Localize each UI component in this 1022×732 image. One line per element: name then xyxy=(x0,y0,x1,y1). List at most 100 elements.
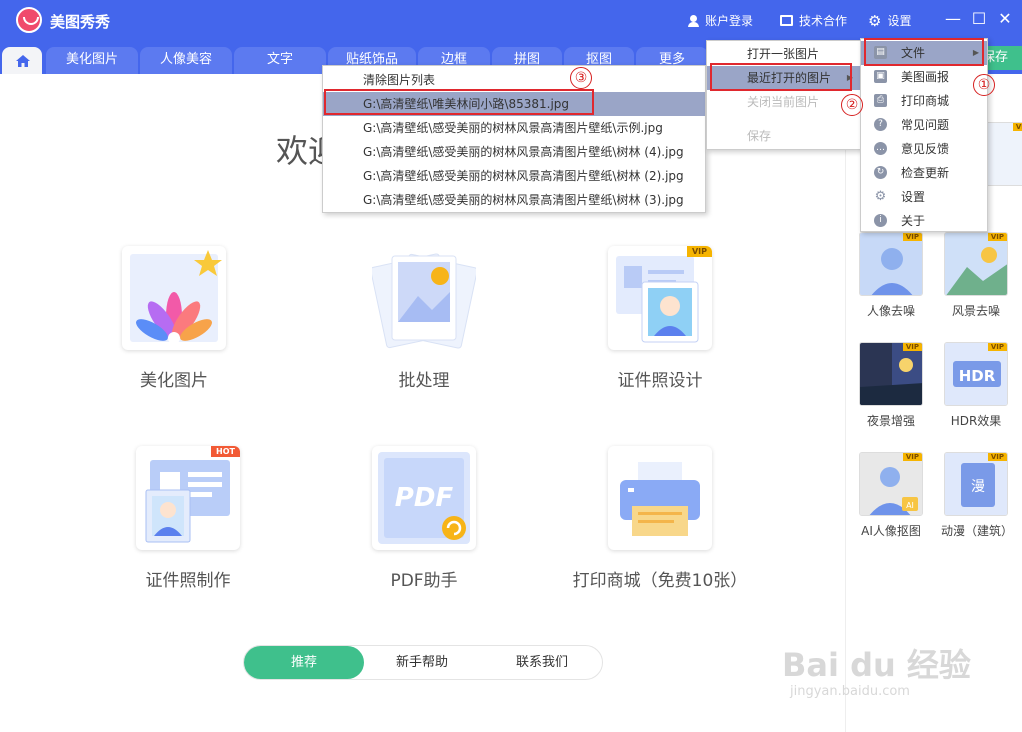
side-item-label: HDR效果 xyxy=(950,414,1002,428)
file-submenu: 打开一张图片 最近打开的图片 ▶ 关闭当前图片 保存 xyxy=(706,40,862,150)
feature-label: 批处理 xyxy=(398,371,450,391)
side-item-label: 风景去噪 xyxy=(951,304,1000,318)
pdf-icon: PDF xyxy=(372,446,476,550)
night-enhance-thumb: VIP xyxy=(859,342,923,406)
vip-badge: VIP xyxy=(987,343,1007,351)
close-button[interactable]: ✕ xyxy=(996,10,1014,28)
vip-badge: VIP xyxy=(902,233,922,241)
tab-beautify[interactable]: 美化图片 xyxy=(46,47,138,74)
baidu-watermark-url: jingyan.baidu.com xyxy=(790,684,910,699)
menu-item-faq[interactable]: ? 常见问题 xyxy=(861,113,987,137)
feature-pdf[interactable]: PDF PDF助手 xyxy=(304,446,544,591)
feature-batch[interactable]: 批处理 xyxy=(304,246,544,391)
feature-label: 打印商城（免费10张） xyxy=(572,571,748,591)
user-icon xyxy=(688,14,699,27)
cooperation-button[interactable]: 技术合作 xyxy=(780,12,847,29)
side-item-label: 动漫（建筑） xyxy=(941,524,1014,538)
settings-button[interactable]: ⚙ 设置 xyxy=(868,12,911,29)
vip-badge: VIP xyxy=(1012,123,1022,131)
menu-item-label: 美图画报 xyxy=(901,70,950,84)
highlight-box-recent xyxy=(710,63,852,91)
side-item-hdr[interactable]: HDR VIP HDR效果 xyxy=(941,342,1011,429)
bottom-tab-group: 推荐 新手帮助 联系我们 xyxy=(243,645,603,680)
maximize-button[interactable]: ☐ xyxy=(970,10,988,28)
portrait-denoise-thumb: VIP xyxy=(859,232,923,296)
print-shop-icon xyxy=(608,446,712,550)
side-item-label: 人像去噪 xyxy=(866,304,915,318)
menu-item-label: 常见问题 xyxy=(901,118,950,132)
feature-id-photo-design[interactable]: VIP 证件照设计 xyxy=(540,246,780,391)
feature-label: 美化图片 xyxy=(140,371,208,391)
menu-item-label: 意见反馈 xyxy=(901,142,950,156)
menu-item-label: 检查更新 xyxy=(901,166,950,180)
side-item-manga[interactable]: 漫 VIP 动漫（建筑） xyxy=(941,452,1014,539)
menu-item-print-shop[interactable]: ⎙ 打印商城 xyxy=(861,89,987,113)
tab-portrait[interactable]: 人像美容 xyxy=(140,47,232,74)
feedback-icon: … xyxy=(874,142,887,155)
menu-item-about[interactable]: i 关于 xyxy=(861,209,987,233)
scenery-denoise-thumb: VIP xyxy=(944,232,1008,296)
feature-beautify[interactable]: 美化图片 xyxy=(54,246,294,391)
tab-beginner-help[interactable]: 新手帮助 xyxy=(362,646,482,679)
feature-label: PDF助手 xyxy=(390,571,458,591)
tab-text[interactable]: 文字 xyxy=(234,47,326,74)
step-1-marker: ① xyxy=(973,74,995,96)
manga-text: 漫 xyxy=(971,479,985,495)
login-label: 账户登录 xyxy=(705,14,754,28)
login-button[interactable]: 账户登录 xyxy=(688,12,753,29)
side-item-portrait-denoise[interactable]: VIP 人像去噪 xyxy=(856,232,926,319)
monitor-icon xyxy=(780,15,793,26)
close-image-item[interactable]: 关闭当前图片 xyxy=(707,90,861,114)
side-item-night-enhance[interactable]: VIP 夜景增强 xyxy=(856,342,926,429)
settings-label: 设置 xyxy=(887,14,912,28)
hot-badge: HOT xyxy=(211,446,240,457)
pdf-text: PDF xyxy=(395,483,454,513)
step-2-marker: ② xyxy=(841,94,863,116)
vip-badge: VIP xyxy=(686,246,712,257)
cooperation-label: 技术合作 xyxy=(799,14,848,28)
menu-item-label: 关于 xyxy=(901,214,926,228)
menu-item-check-update[interactable]: ↻ 检查更新 xyxy=(861,161,987,185)
hdr-text: HDR xyxy=(959,367,996,385)
update-icon: ↻ xyxy=(874,166,887,179)
feature-id-photo-make[interactable]: HOT 证件照制作 xyxy=(68,446,308,591)
question-icon: ? xyxy=(874,118,887,131)
id-photo-make-icon: HOT xyxy=(136,446,240,550)
tab-recommend[interactable]: 推荐 xyxy=(244,646,364,679)
ai-text: AI xyxy=(906,501,914,510)
tab-contact-us[interactable]: 联系我们 xyxy=(482,646,602,679)
printer-icon: ⎙ xyxy=(874,94,887,107)
vip-badge: VIP xyxy=(902,453,922,461)
highlight-box-file xyxy=(864,38,984,66)
menu-item-feedback[interactable]: … 意见反馈 xyxy=(861,137,987,161)
app-title: 美图秀秀 xyxy=(50,13,111,31)
home-icon xyxy=(16,55,30,67)
side-item-label: 夜景增强 xyxy=(866,414,915,428)
step-3-marker: ③ xyxy=(570,67,592,89)
vip-badge: VIP xyxy=(987,453,1007,461)
menu-item-settings[interactable]: ⚙ 设置 xyxy=(861,185,987,209)
feature-print-shop[interactable]: 打印商城（免费10张） xyxy=(540,446,780,591)
tab-home[interactable] xyxy=(2,47,42,74)
info-icon: i xyxy=(874,214,887,227)
recent-file-item[interactable]: G:\高清壁纸\感受美丽的树林风景高清图片壁纸\树林 (3).jpg xyxy=(323,188,705,212)
meitu-logo-icon xyxy=(16,7,42,33)
hdr-thumb: HDR VIP xyxy=(944,342,1008,406)
recent-file-item[interactable]: G:\高清壁纸\感受美丽的树林风景高清图片壁纸\树林 (4).jpg xyxy=(323,140,705,164)
recent-file-item[interactable]: G:\高清壁纸\感受美丽的树林风景高清图片壁纸\树林 (2).jpg xyxy=(323,164,705,188)
batch-icon xyxy=(372,246,476,350)
id-photo-design-icon: VIP xyxy=(608,246,712,350)
menu-item-label: 打印商城 xyxy=(901,94,950,108)
minimize-button[interactable]: — xyxy=(944,10,962,28)
save-item[interactable]: 保存 xyxy=(707,124,861,148)
highlight-box-recent-file xyxy=(324,89,594,115)
menu-item-meitu-pictorial[interactable]: ▣ 美图画报 xyxy=(861,65,987,89)
recent-file-item[interactable]: G:\高清壁纸\感受美丽的树林风景高清图片壁纸\示例.jpg xyxy=(323,116,705,140)
side-item-scenery-denoise[interactable]: VIP 风景去噪 xyxy=(941,232,1011,319)
vip-badge: VIP xyxy=(987,233,1007,241)
recent-files-menu: 清除图片列表 G:\高清壁纸\唯美林间小路\85381.jpg G:\高清壁纸\… xyxy=(322,65,706,213)
side-item-ai-cutout[interactable]: AI VIP AI人像抠图 xyxy=(856,452,926,539)
app-window: 美图秀秀 账户登录 技术合作 ⚙ 设置 — ☐ ✕ 美化图片 人像美容 文字 贴… xyxy=(0,0,1022,732)
beautify-icon xyxy=(122,246,226,350)
feature-label: 证件照制作 xyxy=(145,571,231,591)
